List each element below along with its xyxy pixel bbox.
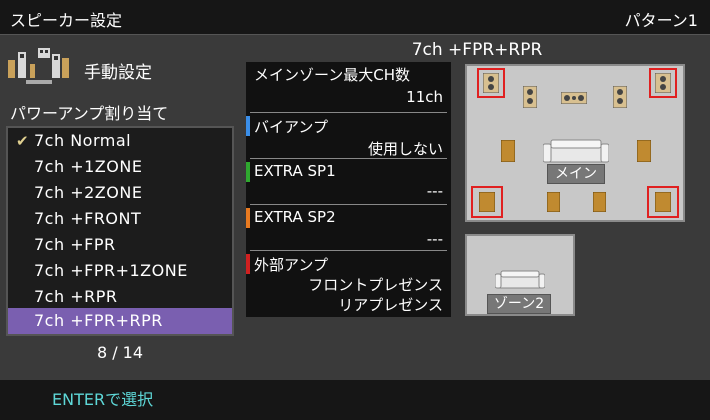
pattern-label: パターン1	[624, 11, 698, 30]
ext-amp-value-rear: リアプレゼンス	[338, 296, 443, 314]
extra-sp1-color-mark	[246, 162, 250, 182]
title-bar: スピーカー設定 パターン1	[0, 0, 710, 35]
list-item-label: 7ch +1ZONE	[34, 157, 143, 176]
center-speaker-icon	[561, 92, 587, 104]
front-presence-right-speaker-icon	[655, 73, 671, 93]
ext-amp-value-front: フロントプレゼンス	[308, 276, 443, 294]
divider	[250, 250, 447, 251]
surround-right-speaker-icon	[637, 140, 651, 162]
max-ch-label: メインゾーン最大CH数	[254, 66, 411, 84]
extra-sp1-row: EXTRA SP1 ---	[246, 160, 451, 204]
extra-sp2-row: EXTRA SP2 ---	[246, 206, 451, 252]
surround-left-speaker-icon	[501, 140, 515, 162]
biamp-value: 使用しない	[367, 140, 443, 158]
rear-presence-right-speaker-icon	[655, 192, 671, 212]
list-item-label: 7ch +FPR	[34, 235, 116, 254]
list-item-label: 7ch +FPR+RPR	[34, 311, 163, 330]
power-amp-assign-label: パワーアンプ割り当て	[10, 104, 169, 123]
list-item-selected[interactable]: 7ch +FPR+RPR	[8, 308, 232, 334]
extra-sp2-label: EXTRA SP2	[254, 208, 336, 226]
max-ch-value: 11ch	[406, 88, 443, 106]
extra-sp1-label: EXTRA SP1	[254, 162, 336, 180]
surround-back-right-speaker-icon	[593, 192, 606, 212]
list-item[interactable]: 7ch +FPR	[8, 232, 232, 258]
main-zone-diagram: メイン	[465, 64, 685, 222]
list-item-label: 7ch +RPR	[34, 287, 118, 306]
zone2-diagram: ゾーン2	[465, 234, 575, 316]
extra-sp2-color-mark	[246, 208, 250, 228]
divider	[250, 112, 447, 113]
list-item-label: 7ch +2ZONE	[34, 183, 143, 202]
zone2-sofa-icon	[495, 270, 545, 289]
amp-assign-list: ✔ 7ch Normal 7ch +1ZONE 7ch +2ZONE 7ch +…	[6, 126, 234, 336]
ext-amp-row: 外部アンプ フロントプレゼンス リアプレゼンス	[246, 252, 451, 316]
biamp-color-mark	[246, 116, 250, 136]
list-item-label: 7ch +FPR+1ZONE	[34, 261, 188, 280]
front-left-speaker-icon	[523, 86, 537, 108]
pattern-title: 7ch +FPR+RPR	[411, 40, 543, 60]
biamp-label: バイアンプ	[254, 118, 328, 136]
screen-title: スピーカー設定	[10, 11, 123, 30]
list-item[interactable]: 7ch +FPR+1ZONE	[8, 258, 232, 284]
list-item[interactable]: 7ch +1ZONE	[8, 154, 232, 180]
list-item-label: 7ch Normal	[34, 131, 132, 150]
ext-amp-color-mark	[246, 254, 250, 274]
info-panel: メインゾーン最大CH数 11ch バイアンプ 使用しない EXTRA SP1 -…	[246, 62, 451, 317]
zone2-label: ゾーン2	[487, 294, 551, 314]
page-indicator: 8 / 14	[96, 343, 144, 362]
ext-amp-label: 外部アンプ	[254, 256, 328, 274]
sofa-icon	[543, 139, 609, 163]
extra-sp1-value: ---	[426, 182, 443, 200]
front-presence-left-speaker-icon	[483, 73, 499, 93]
mode-label: 手動設定	[84, 63, 152, 83]
enter-hint: ENTERで選択	[52, 390, 154, 409]
footer-bar: ENTERで選択	[0, 380, 710, 420]
list-item[interactable]: 7ch +FRONT	[8, 206, 232, 232]
list-item-label: 7ch +FRONT	[34, 209, 142, 228]
checkmark-icon: ✔	[16, 132, 30, 150]
front-right-speaker-icon	[613, 86, 627, 108]
list-item[interactable]: ✔ 7ch Normal	[8, 128, 232, 154]
list-item[interactable]: 7ch +RPR	[8, 284, 232, 310]
divider	[250, 158, 447, 159]
list-item[interactable]: 7ch +2ZONE	[8, 180, 232, 206]
setting-mode: 手動設定	[6, 40, 242, 96]
main-zone-label: メイン	[547, 164, 605, 184]
biamp-row: バイアンプ 使用しない	[246, 114, 451, 160]
extra-sp2-value: ---	[426, 230, 443, 248]
speaker-setup-icon	[8, 48, 69, 84]
surround-back-left-speaker-icon	[547, 192, 560, 212]
divider	[250, 204, 447, 205]
rear-presence-left-speaker-icon	[479, 192, 495, 212]
max-ch-row: メインゾーン最大CH数 11ch	[246, 62, 451, 112]
